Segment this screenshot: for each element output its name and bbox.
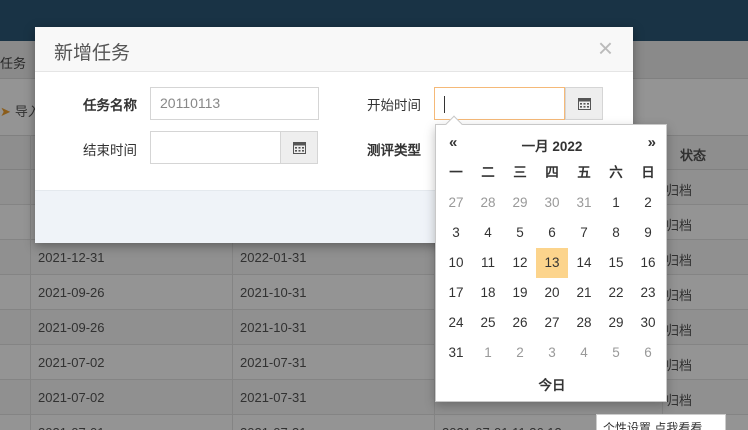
calendar-day[interactable]: 17 (440, 278, 472, 308)
calendar-day[interactable]: 19 (504, 278, 536, 308)
calendar-day-other-month[interactable]: 28 (472, 188, 504, 218)
calendar-day[interactable]: 2 (632, 188, 664, 218)
calendar-day[interactable]: 21 (568, 278, 600, 308)
prev-month-button[interactable]: « (449, 134, 457, 151)
dialog-header: 新增任务 × (35, 27, 633, 72)
datepicker-header: « 一月 2022 » (436, 131, 668, 155)
weekday-label: 五 (577, 165, 591, 180)
next-month-button[interactable]: » (648, 134, 656, 151)
calendar-day[interactable]: 12 (504, 248, 536, 278)
end-time-label: 结束时间 (83, 143, 137, 158)
end-time-calendar-button[interactable] (280, 131, 318, 164)
month-switch[interactable]: 一月 2022 (496, 135, 608, 155)
weekday-label: 三 (513, 165, 527, 180)
calendar-day[interactable]: 18 (472, 278, 504, 308)
settings-tooltip[interactable]: 个性设置 点我看看 (596, 414, 726, 430)
calendar-day[interactable]: 16 (632, 248, 664, 278)
calendar-day-other-month[interactable]: 3 (536, 338, 568, 368)
datepicker-popup: « 一月 2022 » 一二三四五六日 27 28 29 30 31 1 2 3 4 5 6 7 8 9 1… (435, 115, 668, 402)
calendar-day-other-month[interactable]: 6 (632, 338, 664, 368)
start-time-label: 开始时间 (367, 98, 421, 113)
calendar-day-other-month[interactable]: 2 (504, 338, 536, 368)
weekday-label: 一 (449, 165, 463, 180)
calendar-day[interactable]: 14 (568, 248, 600, 278)
task-name-input[interactable]: 20110113 (150, 87, 319, 120)
calendar-day[interactable]: 28 (568, 308, 600, 338)
calendar-day-other-month[interactable]: 31 (568, 188, 600, 218)
calendar-day[interactable]: 13 (536, 248, 568, 278)
calendar-day[interactable]: 20 (536, 278, 568, 308)
calendar-day[interactable]: 15 (600, 248, 632, 278)
calendar-day[interactable]: 24 (440, 308, 472, 338)
calendar-day[interactable]: 22 (600, 278, 632, 308)
calendar-day-other-month[interactable]: 30 (536, 188, 568, 218)
weekday-label: 日 (641, 165, 655, 180)
weekday-header: 一二三四五六日 (440, 161, 664, 185)
calendar-day[interactable]: 5 (504, 218, 536, 248)
calendar-day[interactable]: 25 (472, 308, 504, 338)
calendar-day-other-month[interactable]: 29 (504, 188, 536, 218)
calendar-day[interactable]: 10 (440, 248, 472, 278)
calendar-day[interactable]: 27 (536, 308, 568, 338)
calendar-day[interactable]: 29 (600, 308, 632, 338)
weekday-label: 二 (481, 165, 495, 180)
calendar-day[interactable]: 6 (536, 218, 568, 248)
calendar-icon (293, 142, 306, 154)
calendar-day[interactable]: 4 (472, 218, 504, 248)
today-button[interactable]: 今日 (436, 374, 668, 394)
calendar-icon (578, 98, 591, 110)
close-icon[interactable]: × (598, 35, 613, 61)
calendar-day[interactable]: 26 (504, 308, 536, 338)
dialog-title: 新增任务 (54, 43, 131, 64)
calendar-day[interactable]: 31 (440, 338, 472, 368)
calendar-day-other-month[interactable]: 27 (440, 188, 472, 218)
end-time-input[interactable] (150, 131, 281, 164)
weekday-label: 六 (609, 165, 623, 180)
start-time-calendar-button[interactable] (565, 87, 603, 120)
calendar-day[interactable]: 1 (600, 188, 632, 218)
task-name-label: 任务名称 (83, 98, 137, 113)
calendar-day-other-month[interactable]: 1 (472, 338, 504, 368)
weekday-label: 四 (545, 165, 559, 180)
calendar-day[interactable]: 7 (568, 218, 600, 248)
calendar-day-other-month[interactable]: 5 (600, 338, 632, 368)
calendar-day[interactable]: 9 (632, 218, 664, 248)
calendar-day[interactable]: 30 (632, 308, 664, 338)
calendar-day[interactable]: 23 (632, 278, 664, 308)
text-caret (444, 95, 445, 113)
calendar-day[interactable]: 11 (472, 248, 504, 278)
eval-type-label: 测评类型 (367, 143, 421, 158)
calendar-day[interactable]: 8 (600, 218, 632, 248)
calendar-day-other-month[interactable]: 4 (568, 338, 600, 368)
calendar-day[interactable]: 3 (440, 218, 472, 248)
